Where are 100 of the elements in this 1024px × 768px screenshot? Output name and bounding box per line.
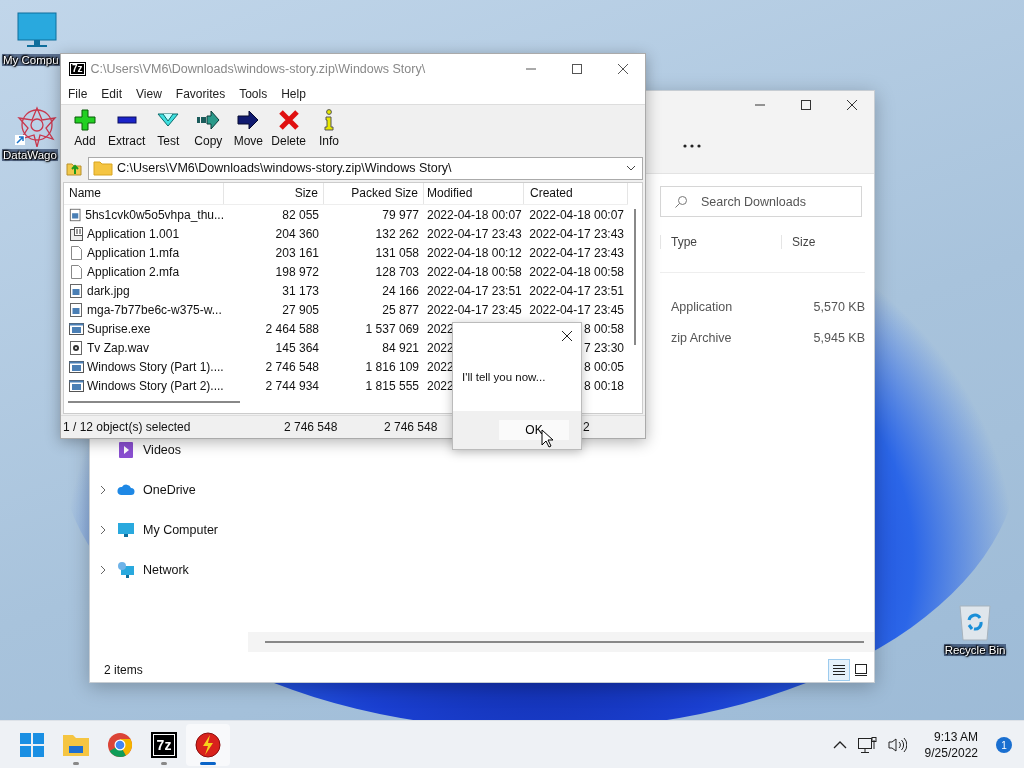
scrollbar-thumb[interactable] xyxy=(68,401,240,403)
file-name[interactable]: 5hs1cvk0w5o5vhpa_thu... xyxy=(85,207,224,222)
chevron-right-icon[interactable] xyxy=(99,484,107,495)
table-cell: 2022-04-17 23:45 xyxy=(529,302,624,317)
table-cell: 128 703 xyxy=(375,264,419,279)
file-icon xyxy=(69,263,84,280)
table-cell: 2022-04-17 23:43 xyxy=(529,245,624,260)
image-file-icon xyxy=(69,282,84,299)
dialog-message: I'll tell you now... xyxy=(461,370,547,385)
table-cell: 2022-04-18 00:58 xyxy=(427,264,522,279)
app-taskbar-button[interactable] xyxy=(186,724,230,766)
table-cell: 2022-04-17 23:43 xyxy=(529,226,624,241)
menu-item[interactable]: File xyxy=(68,86,88,101)
arrow-right-icon xyxy=(236,108,261,132)
status-text: 2 items xyxy=(104,663,143,677)
column-header[interactable]: Type xyxy=(660,235,781,249)
notification-badge[interactable]: 1 xyxy=(996,737,1012,753)
scrollbar-thumb[interactable] xyxy=(265,641,864,643)
status-text: 2 746 548 xyxy=(284,420,338,434)
table-cell: 1 537 069 xyxy=(365,321,419,336)
network-icon xyxy=(117,560,135,579)
ok-button[interactable]: OK xyxy=(499,420,569,440)
table-cell: 1 816 109 xyxy=(365,359,419,374)
table-cell: 2 464 588 xyxy=(265,321,319,336)
menu-item[interactable]: View xyxy=(136,86,162,101)
chevron-right-icon[interactable] xyxy=(99,564,107,575)
sidebar-item[interactable]: Videos xyxy=(143,442,181,457)
running-indicator xyxy=(200,762,216,765)
sidebar-item[interactable]: Network xyxy=(143,562,189,577)
menu-item[interactable]: Tools xyxy=(239,86,268,101)
table-cell: 82 055 xyxy=(282,207,319,222)
file-name[interactable]: Application 1.mfa xyxy=(87,245,180,260)
menu-item[interactable]: Edit xyxy=(101,86,123,101)
table-cell-text: Application xyxy=(671,300,733,316)
table-cell: 8 00:05 xyxy=(583,359,624,374)
table-cell: 2022-04-18 00:07 xyxy=(427,207,522,222)
folder-icon xyxy=(93,160,113,176)
status-text: 2 746 548 xyxy=(384,420,438,434)
table-cell: 2022-04-18 00:12 xyxy=(427,245,522,260)
toolbar-button[interactable]: Copy xyxy=(188,105,229,148)
sidebar-item[interactable]: OneDrive xyxy=(143,482,196,497)
table-cell-text: zip Archive xyxy=(671,331,732,347)
network-icon[interactable] xyxy=(856,736,877,754)
more-options-icon[interactable] xyxy=(682,143,702,149)
file-name[interactable]: Windows Story (Part 2).... xyxy=(87,378,224,393)
chevron-up-icon[interactable] xyxy=(832,740,847,750)
table-cell: 79 977 xyxy=(382,207,419,222)
table-cell: 25 877 xyxy=(382,302,419,317)
column-header[interactable]: Modified xyxy=(424,183,524,204)
image-file-icon xyxy=(69,301,84,318)
close-icon[interactable] xyxy=(561,330,573,342)
list-lines-icon xyxy=(832,664,846,676)
table-cell: 84 921 xyxy=(382,340,419,355)
dropdown-caret-icon xyxy=(626,165,636,171)
running-indicator xyxy=(161,762,167,765)
speaker-icon[interactable] xyxy=(886,737,907,753)
file-name[interactable]: mga-7b77be6c-w375-w... xyxy=(87,302,222,317)
address-field[interactable]: C:\Users\VM6\Downloads\windows-story.zip\Windows Story\ xyxy=(88,156,643,180)
search-icon xyxy=(674,195,688,209)
table-cell: 2 746 548 xyxy=(265,359,319,374)
column-header[interactable]: Size xyxy=(781,235,852,249)
toolbar-button[interactable]: Test xyxy=(148,105,189,148)
file-name[interactable]: Application 1.001 xyxy=(87,226,180,241)
close-icon[interactable] xyxy=(846,99,858,111)
menu-item[interactable]: Favorites xyxy=(175,86,226,101)
toolbar-button[interactable]: Add xyxy=(65,105,105,148)
maximize-icon[interactable] xyxy=(571,62,583,75)
table-cell: 203 161 xyxy=(275,245,319,260)
column-header[interactable]: Name xyxy=(64,183,224,204)
column-header[interactable]: Packed Size xyxy=(324,183,424,204)
file-name[interactable]: Windows Story (Part 1).... xyxy=(87,359,224,374)
scrollbar-thumb[interactable] xyxy=(634,209,636,345)
archive-part-icon xyxy=(69,225,84,242)
file-name[interactable]: dark.jpg xyxy=(87,283,130,298)
table-cell: 131 058 xyxy=(375,245,419,260)
clock-button[interactable]: 9:13 AM 9/25/2022 xyxy=(924,729,978,761)
image-file-icon xyxy=(69,206,83,223)
toolbar-button[interactable]: Info xyxy=(309,105,350,148)
table-cell: 132 262 xyxy=(375,226,419,241)
chevron-right-icon[interactable] xyxy=(99,524,107,535)
table-cell: 2022-04-17 23:43 xyxy=(427,226,522,241)
application-icon xyxy=(69,358,84,375)
file-name[interactable]: Application 2.mfa xyxy=(87,264,180,279)
file-name[interactable]: Tv Zap.wav xyxy=(87,340,149,355)
column-header[interactable]: Created xyxy=(524,183,628,204)
toolbar-button[interactable]: Move xyxy=(228,105,269,148)
sidebar-item[interactable]: My Computer xyxy=(143,522,219,537)
table-cell: 204 360 xyxy=(275,226,319,241)
column-header[interactable]: Size xyxy=(224,183,324,204)
details-view-button[interactable] xyxy=(828,659,850,681)
toolbar-button[interactable]: Extract xyxy=(105,105,149,148)
toolbar-button[interactable]: Delete xyxy=(268,105,310,148)
maximize-icon[interactable] xyxy=(800,99,812,111)
search-field[interactable]: Search Downloads xyxy=(660,186,862,217)
app-logo: 7z xyxy=(69,61,86,76)
archiver-taskbar-button[interactable]: 7z xyxy=(142,724,186,766)
file-name[interactable]: Suprise.exe xyxy=(87,321,151,336)
window-pane-icon xyxy=(854,664,868,676)
menu-item[interactable]: Help xyxy=(281,86,306,101)
close-icon[interactable] xyxy=(617,62,629,75)
